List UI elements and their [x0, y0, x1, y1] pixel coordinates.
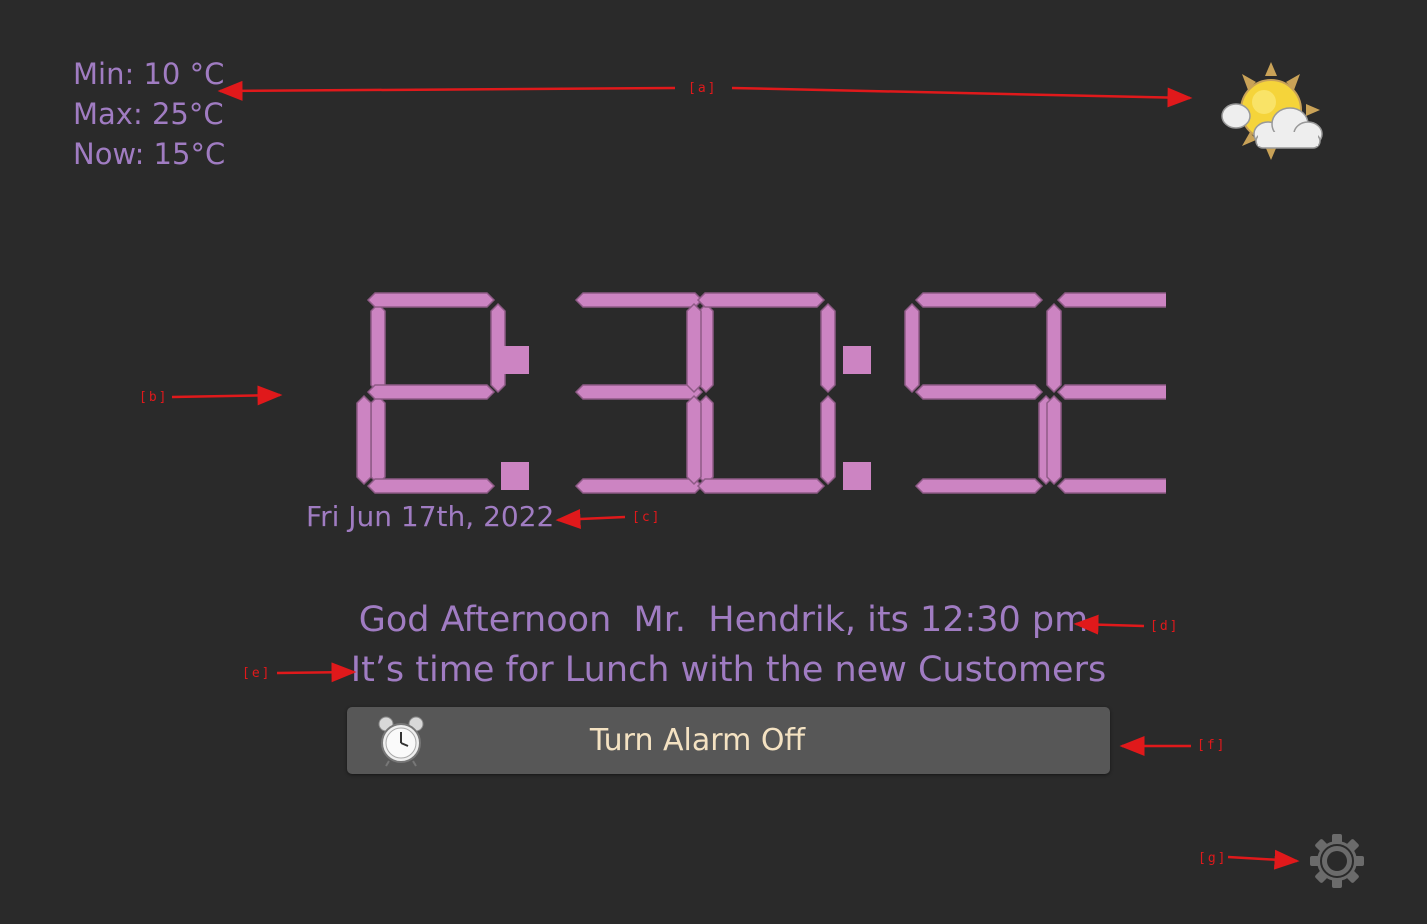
annotation-c: [c] — [632, 510, 662, 525]
annotation-b: [b] — [139, 390, 169, 405]
annotation-e: [e] — [242, 666, 272, 681]
annotation-arrows — [171, 80, 1300, 870]
annotation-f: [f] — [1197, 738, 1227, 753]
annotation-g: [g] — [1198, 851, 1228, 866]
annotation-d: [d] — [1150, 619, 1180, 634]
annotation-a: [a] — [688, 81, 718, 96]
